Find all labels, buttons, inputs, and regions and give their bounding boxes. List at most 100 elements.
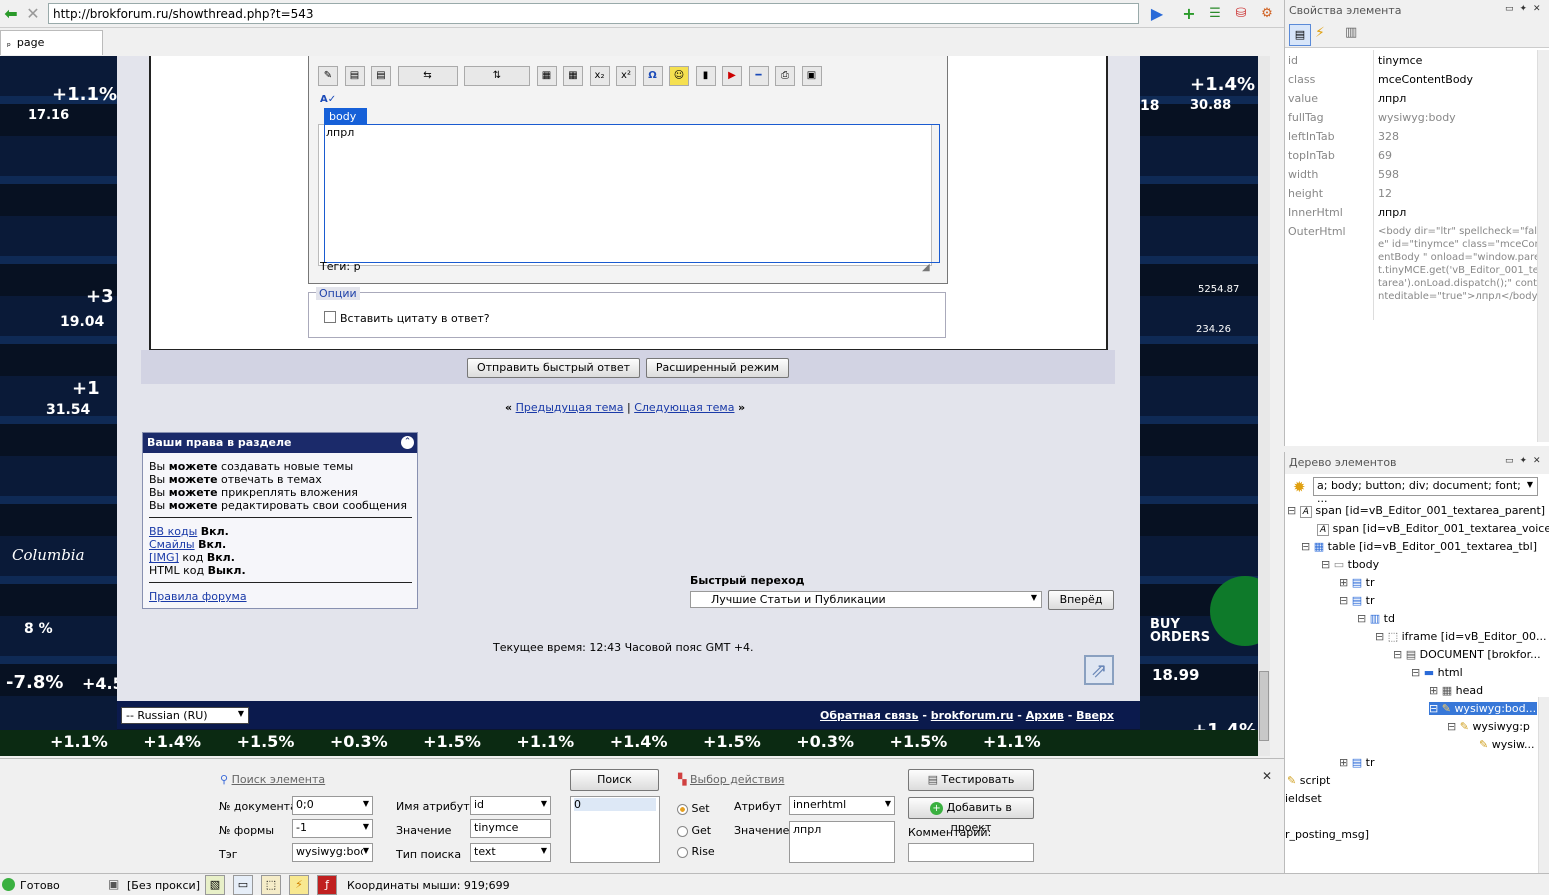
test-button[interactable]: ▤ Тестировать	[908, 769, 1034, 791]
tree-vscrollbar[interactable]	[1538, 697, 1549, 877]
events-icon[interactable]: ⚡	[1315, 25, 1325, 41]
fullscreen-icon[interactable]: ▣	[801, 66, 822, 86]
sun-icon[interactable]: ✹	[1293, 478, 1306, 496]
properties-view-icon[interactable]: ▤	[1289, 24, 1311, 46]
doc-num-select[interactable]: 0;0 ▼	[292, 796, 373, 815]
prop-value[interactable]: wysiwyg:body	[1378, 111, 1456, 124]
print-icon[interactable]: ⎙	[775, 66, 795, 86]
select-icon[interactable]: ⬚	[261, 875, 281, 895]
prop-value[interactable]: tinymce	[1378, 54, 1422, 67]
column-tools-icon[interactable]: ⇅	[464, 66, 530, 86]
choose-action-link[interactable]: ▚ Выбор действия	[678, 773, 784, 786]
result-item[interactable]: 0	[574, 798, 656, 811]
archive-link[interactable]: Архив	[1026, 709, 1064, 722]
status-proxy[interactable]: [Без прокси]	[127, 879, 200, 892]
search-button[interactable]: Поиск	[570, 769, 659, 791]
attribute-select[interactable]: innerhtml ▼	[789, 796, 895, 815]
back-icon[interactable]: ⬅	[2, 5, 20, 23]
tree-node[interactable]: ⊟ ▦ table [id=vB_Editor_001_textarea_tbl…	[1301, 540, 1537, 553]
hr-icon[interactable]: ━	[748, 66, 769, 86]
row-tools-icon[interactable]: ⇆	[397, 66, 458, 86]
search-result-list[interactable]: 0	[570, 796, 660, 863]
add-to-project-button[interactable]: + Добавить в проект	[908, 797, 1034, 834]
stop-icon[interactable]: ✕	[24, 5, 42, 23]
search-type-select[interactable]: text ▼	[470, 843, 551, 862]
prev-thread-link[interactable]: Предыдущая тема	[516, 401, 624, 414]
tree-node[interactable]: ✎ script	[1287, 774, 1330, 787]
cells-icon[interactable]: ▦	[536, 66, 557, 86]
flash-icon[interactable]: ƒ	[317, 875, 337, 895]
subscript-icon[interactable]: x₂	[589, 66, 610, 86]
quick-jump-select[interactable]: Лучшие Статьи и Публикации ▼	[690, 591, 1042, 608]
settings-icon[interactable]: ⚙	[1258, 5, 1276, 23]
tab-page[interactable]: ₚ page	[0, 30, 103, 55]
prop-value[interactable]: лпрл	[1378, 206, 1406, 219]
tree-node[interactable]: ⊟ ▬ html	[1411, 666, 1463, 679]
screenshot-icon[interactable]: ▧	[205, 875, 225, 895]
tree-node[interactable]: ieldset	[1285, 792, 1322, 805]
window-icon[interactable]: ▭	[233, 875, 253, 895]
close-icon[interactable]: ✕	[1262, 769, 1272, 783]
tree-node-selected[interactable]: ⊟ ✎ wysiwyg:bod...	[1429, 702, 1537, 715]
tree-node[interactable]: ✎ wysiw...	[1479, 738, 1535, 751]
img-code-link[interactable]: [IMG]	[149, 551, 179, 564]
tree-node[interactable]: ⊟ ▭ tbody	[1321, 558, 1379, 571]
tree-node[interactable]: ⊟ ✎ wysiwyg:p	[1447, 720, 1530, 733]
advanced-mode-button[interactable]: Расширенный режим	[646, 358, 789, 378]
list-view-icon[interactable]: ▥	[1345, 25, 1357, 40]
panel-controls-icon[interactable]: ▭✦✕	[1505, 4, 1547, 14]
tree-node[interactable]: ⊟ ▤ DOCUMENT [brokfor...	[1393, 648, 1541, 661]
scroll-thumb[interactable]	[1259, 671, 1269, 741]
prop-value[interactable]: 69	[1378, 149, 1392, 162]
prop-value[interactable]: 328	[1378, 130, 1399, 143]
url-input[interactable]: http://brokforum.ru/showthread.php?t=543	[48, 3, 1139, 24]
properties-scrollbar[interactable]	[1537, 50, 1549, 442]
database-icon[interactable]: ⛁	[1232, 5, 1250, 23]
smiley-icon[interactable]: ☺	[669, 66, 689, 86]
bbcode-link[interactable]: BB коды	[149, 525, 197, 538]
send-quick-reply-button[interactable]: Отправить быстрый ответ	[467, 358, 640, 378]
form-num-select[interactable]: -1 ▼	[292, 819, 373, 838]
quick-jump-go-button[interactable]: Вперёд	[1048, 590, 1114, 610]
tree-filter-select[interactable]: a; body; button; div; document; font; ..…	[1313, 477, 1538, 505]
radio-get[interactable]: Get	[677, 824, 711, 837]
language-select[interactable]: -- Russian (RU) ▼	[121, 707, 249, 724]
top-link[interactable]: Вверх	[1076, 709, 1114, 722]
scroll-top-icon[interactable]: ⇗	[1084, 655, 1114, 685]
cells-icon[interactable]: ▦	[563, 66, 583, 86]
prop-value[interactable]: лпрл	[1378, 92, 1406, 105]
superscript-icon[interactable]: x²	[616, 66, 636, 86]
list-icon[interactable]: ☰	[1206, 5, 1224, 23]
tree-node[interactable]: ⊞ ▤ tr	[1339, 756, 1374, 769]
prop-value[interactable]: <body dir="ltr" spellcheck="false" id="t…	[1378, 225, 1548, 317]
tree-node[interactable]: ⊟ ▤ tr	[1339, 594, 1374, 607]
panel-controls-icon[interactable]: ▭✦✕	[1505, 456, 1547, 466]
youtube-icon[interactable]: ▶	[722, 66, 742, 86]
prop-value[interactable]: 598	[1378, 168, 1399, 181]
home-link[interactable]: brokforum.ru	[931, 709, 1014, 722]
tree-node[interactable]: ⊞ ▦ head	[1429, 684, 1483, 697]
next-thread-link[interactable]: Следующая тема	[634, 401, 734, 414]
edit-icon[interactable]: ✎	[318, 66, 338, 86]
tree-node[interactable]: A span [id=vB_Editor_001_textarea_voice]	[1317, 522, 1549, 536]
smilies-link[interactable]: Смайлы	[149, 538, 195, 551]
go-icon[interactable]: ▶	[1148, 5, 1166, 23]
value-input[interactable]: tinymce	[470, 819, 551, 838]
action-value-input[interactable]: лпрл	[789, 821, 895, 863]
radio-rise[interactable]: Rise	[677, 845, 715, 858]
omega-icon[interactable]: Ω	[642, 66, 663, 86]
attr-name-select[interactable]: id ▼	[470, 796, 551, 815]
tree-node[interactable]: ⊞ ▤ tr	[1339, 576, 1374, 589]
table-icon[interactable]: ▤	[344, 66, 365, 86]
quote-checkbox[interactable]	[324, 311, 336, 323]
resize-handle-icon[interactable]: ◢	[922, 262, 930, 273]
tree-node[interactable]: r_posting_msg]	[1285, 828, 1369, 841]
media-icon[interactable]: ▮	[695, 66, 716, 86]
tag-select[interactable]: wysiwyg:bod ▼	[292, 843, 373, 862]
find-element-link[interactable]: ⚲ Поиск элемента	[220, 773, 325, 786]
page-scrollbar[interactable]	[1258, 56, 1270, 756]
table-icon[interactable]: ▤	[371, 66, 391, 86]
prop-value[interactable]: mceContentBody	[1378, 73, 1473, 86]
comment-input[interactable]	[908, 843, 1034, 862]
prop-value[interactable]: 12	[1378, 187, 1392, 200]
